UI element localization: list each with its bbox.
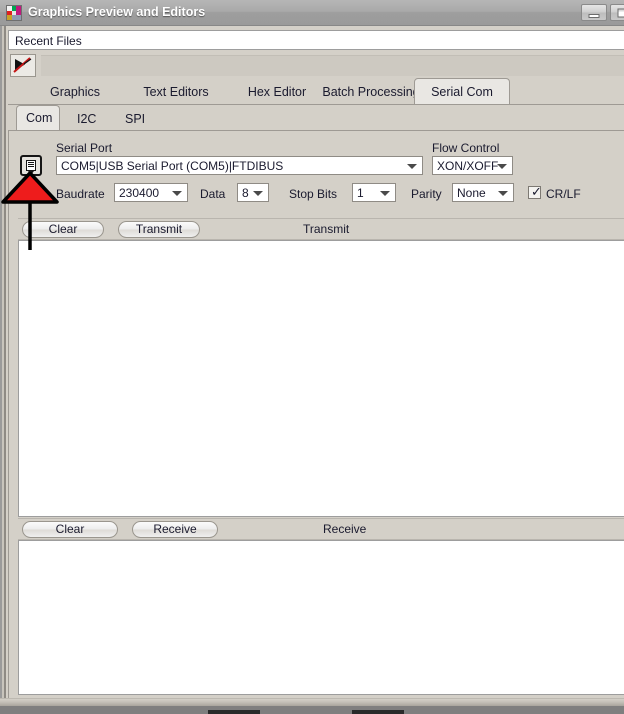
taskbar-item[interactable] <box>352 710 404 714</box>
receive-clear-label: Clear <box>55 522 85 536</box>
subtab-spi-label: SPI <box>125 112 146 126</box>
toolbar <box>8 53 624 78</box>
application-window: Graphics Preview and Editors Recent File… <box>0 0 624 706</box>
baudrate-combobox[interactable]: 230400 <box>114 183 188 202</box>
serial-port-picker-button[interactable] <box>20 155 42 176</box>
receive-button-label: Receive <box>153 522 197 536</box>
subtab-i2c[interactable]: I2C <box>68 108 110 130</box>
serial-port-value: COM5|USB Serial Port (COM5)|FTDIBUS <box>61 159 284 173</box>
tab-hex-editor-label: Hex Editor <box>247 85 307 99</box>
receive-textarea[interactable] <box>18 540 624 695</box>
pen-strike-icon <box>13 57 32 73</box>
parity-value: None <box>457 186 486 200</box>
data-bits-value: 8 <box>242 186 249 200</box>
chevron-down-icon <box>28 171 34 175</box>
sub-tab-bar: Com I2C SPI <box>8 105 608 131</box>
maximize-button[interactable] <box>610 4 624 21</box>
receive-toolbar: Clear Receive Receive <box>18 518 624 540</box>
chevron-down-icon <box>407 164 417 169</box>
parity-label: Parity <box>411 187 442 201</box>
receive-clear-button[interactable]: Clear <box>22 521 118 538</box>
chevron-down-icon <box>253 191 263 196</box>
receive-section-title: Receive <box>323 522 367 536</box>
baudrate-value: 230400 <box>119 186 160 200</box>
app-icon <box>6 5 22 21</box>
transmit-button[interactable]: Transmit <box>118 221 200 238</box>
subtab-i2c-label: I2C <box>77 112 97 126</box>
flow-control-value: XON/XOFF <box>437 159 499 173</box>
tab-graphics-label: Graphics <box>49 85 101 99</box>
transmit-clear-label: Clear <box>48 222 78 236</box>
stop-bits-combobox[interactable]: 1 <box>352 183 396 202</box>
data-bits-combobox[interactable]: 8 <box>237 183 269 202</box>
title-bar: Graphics Preview and Editors <box>0 0 624 26</box>
minimize-icon <box>588 13 600 18</box>
toolbar-empty-area <box>41 55 624 76</box>
pen-strike-icon-button[interactable] <box>10 54 36 77</box>
tab-text-editors-label: Text Editors <box>143 85 209 99</box>
desktop-background <box>0 706 624 714</box>
subtab-com[interactable]: Com <box>16 105 60 131</box>
transmit-toolbar: Clear Transmit Transmit <box>18 218 624 240</box>
crlf-checkbox[interactable]: ✓ <box>528 184 542 199</box>
chevron-down-icon <box>497 164 507 169</box>
flow-control-label: Flow Control <box>432 141 500 155</box>
window-title: Graphics Preview and Editors <box>28 5 206 19</box>
subtab-com-label: Com <box>26 111 53 125</box>
flow-control-combobox[interactable]: XON/XOFF <box>432 156 513 175</box>
tab-serial-com[interactable]: Serial Com <box>414 78 510 105</box>
parity-combobox[interactable]: None <box>452 183 514 202</box>
recent-files-bar[interactable]: Recent Files <box>8 30 624 50</box>
chevron-down-icon <box>498 191 508 196</box>
check-icon: ✓ <box>531 184 542 199</box>
crlf-label: CR/LF <box>546 187 581 201</box>
stop-bits-label: Stop Bits <box>289 187 338 201</box>
recent-files-label: Recent Files <box>15 34 82 48</box>
serial-port-label: Serial Port <box>56 141 113 155</box>
tab-batch-processing-label: Batch Processing <box>322 85 420 99</box>
receive-button[interactable]: Receive <box>132 521 218 538</box>
chevron-down-icon <box>380 191 390 196</box>
tab-graphics[interactable]: Graphics <box>30 81 120 104</box>
window-bottom-border <box>0 698 624 706</box>
list-dropdown-icon <box>26 160 36 171</box>
main-tab-bar: Graphics Text Editors Hex Editor Batch P… <box>8 78 624 105</box>
maximize-icon <box>617 8 624 17</box>
serial-port-combobox[interactable]: COM5|USB Serial Port (COM5)|FTDIBUS <box>56 156 423 175</box>
tab-serial-com-label: Serial Com <box>431 85 493 99</box>
minimize-button[interactable] <box>581 4 607 21</box>
taskbar-item[interactable] <box>208 710 260 714</box>
chevron-down-icon <box>172 191 182 196</box>
transmit-button-label: Transmit <box>135 222 183 236</box>
stop-bits-value: 1 <box>357 186 364 200</box>
data-bits-label: Data <box>200 187 226 201</box>
transmit-section-title: Transmit <box>303 222 350 236</box>
tab-text-editors[interactable]: Text Editors <box>121 81 231 104</box>
subtab-spi[interactable]: SPI <box>116 108 158 130</box>
transmit-clear-button[interactable]: Clear <box>22 221 104 238</box>
transmit-textarea[interactable] <box>18 240 624 517</box>
baudrate-label: Baudrate <box>56 187 105 201</box>
